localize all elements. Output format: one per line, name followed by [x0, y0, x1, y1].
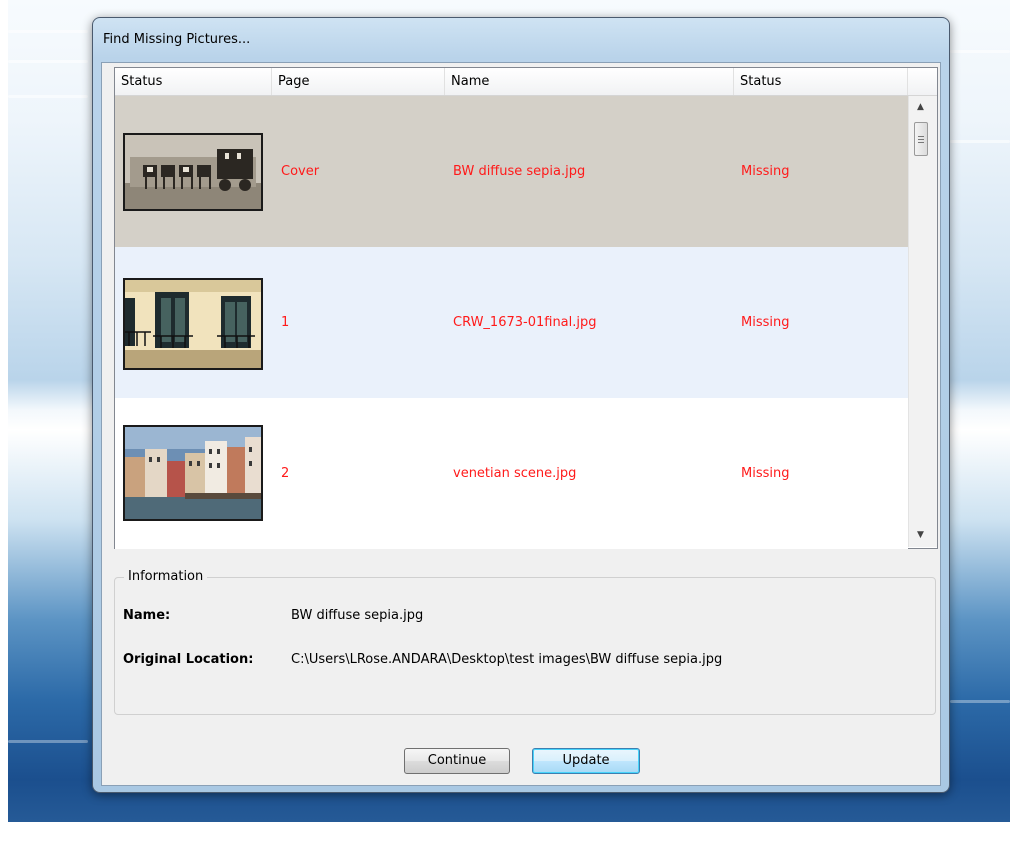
- column-header-name[interactable]: Name: [445, 68, 734, 95]
- list-row[interactable]: 2 venetian scene.jpg Missing: [115, 398, 908, 549]
- screen-edge-bottom: [0, 822, 1017, 841]
- information-group: Name: BW diffuse sepia.jpg Original Loca…: [114, 577, 936, 715]
- row-status-cell: Missing: [741, 466, 790, 481]
- desktop-streak: [8, 95, 88, 98]
- row-name-cell: BW diffuse sepia.jpg: [453, 164, 586, 179]
- row-name-cell: venetian scene.jpg: [453, 466, 577, 481]
- dialog-title: Find Missing Pictures...: [103, 32, 251, 47]
- original-location-label: Original Location:: [123, 652, 254, 667]
- desktop-streak: [8, 60, 88, 63]
- list-row[interactable]: Cover BW diffuse sepia.jpg Missing: [115, 96, 908, 247]
- list-header: Status Page Name Status: [115, 68, 937, 96]
- desktop-streak: [8, 30, 88, 33]
- sepia-horse-carriage-thumbnail: [123, 133, 263, 211]
- name-value: BW diffuse sepia.jpg: [291, 608, 424, 623]
- column-header-page[interactable]: Page: [272, 68, 445, 95]
- missing-pictures-list[interactable]: Status Page Name Status Cover BW diffuse…: [114, 67, 938, 549]
- screen-edge-right: [1010, 0, 1017, 841]
- row-page-cell: Cover: [281, 164, 320, 179]
- column-header-status[interactable]: Status: [734, 68, 908, 95]
- screen-edge-left: [0, 0, 8, 841]
- building-balconies-thumbnail: [123, 278, 263, 370]
- row-status-cell: Missing: [741, 164, 790, 179]
- row-status-cell: Missing: [741, 315, 790, 330]
- desktop-streak: [950, 700, 1010, 703]
- scrollbar-thumb[interactable]: [914, 122, 928, 156]
- venice-canal-thumbnail: [123, 425, 263, 521]
- name-label: Name:: [123, 608, 171, 623]
- information-legend: Information: [124, 569, 208, 584]
- column-header-status-thumb[interactable]: Status: [115, 68, 272, 95]
- row-page-cell: 1: [281, 315, 290, 330]
- row-page-cell: 2: [281, 466, 290, 481]
- desktop-streak: [950, 50, 1010, 53]
- update-button[interactable]: Update: [532, 748, 640, 774]
- find-missing-pictures-dialog: Find Missing Pictures... Status Page Nam…: [92, 17, 950, 793]
- list-row[interactable]: 1 CRW_1673-01final.jpg Missing: [115, 247, 908, 398]
- original-location-value: C:\Users\LRose.ANDARA\Desktop\test image…: [291, 652, 723, 667]
- continue-button[interactable]: Continue: [404, 748, 510, 774]
- vertical-scrollbar[interactable]: ▲ ▼: [908, 96, 937, 547]
- desktop-streak: [950, 140, 1010, 143]
- row-name-cell: CRW_1673-01final.jpg: [453, 315, 597, 330]
- scroll-up-arrow-icon[interactable]: ▲: [917, 102, 924, 112]
- scroll-down-arrow-icon[interactable]: ▼: [917, 530, 924, 540]
- desktop-streak: [8, 740, 88, 743]
- dialog-client-area: Status Page Name Status Cover BW diffuse…: [101, 62, 941, 786]
